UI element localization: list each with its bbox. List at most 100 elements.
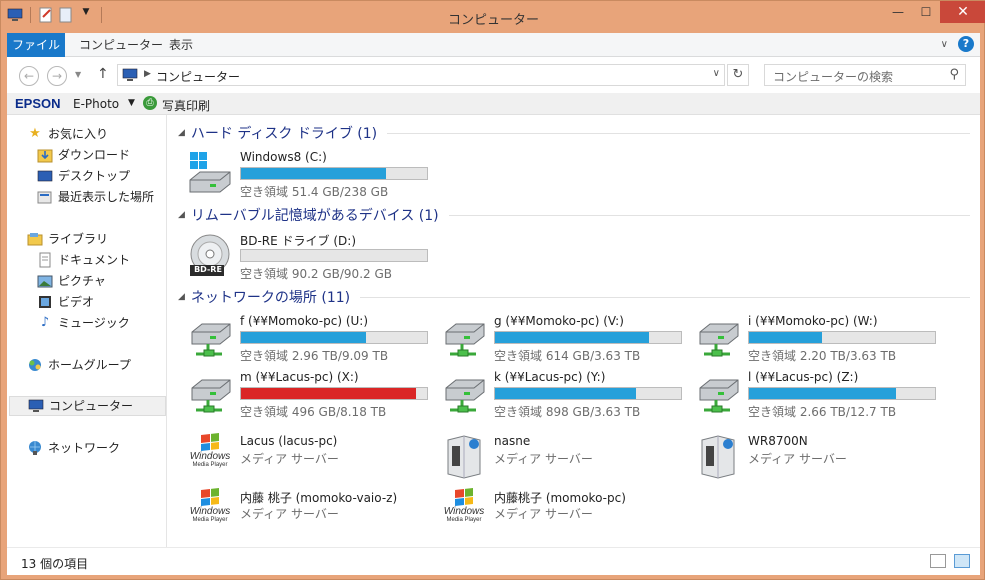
star-icon: ★ [29,126,41,141]
sidebar-item-recent[interactable]: 最近表示した場所 [37,187,154,207]
sidebar-item-downloads[interactable]: ダウンロード [37,145,130,165]
drive-tile-d[interactable]: BD-RE BD-RE ドライブ (D:) 空き領域 90.2 GB/90.2 … [186,232,440,284]
title-bar: ▼ コンピューター — ☐ ✕ [1,1,985,33]
media-server-name: 内藤 桃子 (momoko-vaio-z) [240,491,398,505]
desktop-icon [37,168,53,184]
picture-icon [37,273,53,289]
photo-print-button[interactable]: 写真印刷 [162,97,210,114]
drive-free-space: 空き領域 90.2 GB/90.2 GB [240,267,392,281]
sidebar-item-documents[interactable]: ドキュメント [37,250,130,270]
media-server-type: メディア サーバー [240,452,339,466]
music-note-icon: ♪ [40,315,50,330]
print-icon[interactable]: ⎙ [143,96,157,110]
media-server-type: メディア サーバー [494,452,593,466]
group-header-removable[interactable]: ◢ リムーバブル記憶域があるデバイス (1) [178,205,970,225]
drive-tile-c[interactable]: Windows8 (C:) 空き領域 51.4 GB/238 GB [186,150,440,202]
media-server-name: nasne [494,434,531,448]
collapse-icon[interactable]: ◢ [178,128,185,138]
help-icon[interactable]: ? [958,36,974,52]
drive-name: k (¥¥Lacus-pc) (Y:) [494,370,606,384]
window-controls: — ☐ ✕ [884,1,985,23]
network-drive-icon [440,314,490,364]
usage-bar-fill [495,388,637,399]
drive-name: i (¥¥Momoko-pc) (W:) [748,314,878,328]
drive-tile-v[interactable]: g (¥¥Momoko-pc) (V:) 空き領域 614 GB/3.63 TB [440,314,694,366]
epson-logo: EPSON [15,96,61,111]
usage-bar [240,249,428,262]
group-header-network[interactable]: ◢ ネットワークの場所 (11) [178,287,970,307]
drive-name: f (¥¥Momoko-pc) (U:) [240,314,369,328]
ephoto-menu[interactable]: E-Photo [73,97,119,111]
refresh-button[interactable]: ↻ [727,64,749,86]
address-bar[interactable]: ▶ コンピューター ∨ [117,64,725,86]
tab-file[interactable]: ファイル [7,33,65,57]
usage-bar-fill [241,332,366,343]
explorer-window: ▼ コンピューター — ☐ ✕ ファイル コンピューター 表示 ∨ ? ← → … [0,0,985,580]
media-server-device-icon [694,434,744,484]
homegroup-icon [27,357,43,373]
group-header-hdd[interactable]: ◢ ハード ディスク ドライブ (1) [178,123,970,143]
large-icons-view-icon[interactable] [954,554,970,568]
drive-tile-z[interactable]: l (¥¥Lacus-pc) (Z:) 空き領域 2.66 TB/12.7 TB [694,370,948,422]
sidebar-item-homegroup[interactable]: ホームグループ [27,355,131,375]
usage-bar-fill [749,332,822,343]
search-input[interactable]: コンピューターの検索 ⚲ [764,64,966,86]
sidebar-item-computer[interactable]: コンピューター [9,396,166,416]
usage-bar [748,387,936,400]
details-view-icon[interactable] [930,554,946,568]
address-row: ← → ▼ ↑ ▶ コンピューター ∨ ↻ コンピューターの検索 ⚲ [7,57,980,93]
drive-free-space: 空き領域 51.4 GB/238 GB [240,185,389,199]
up-arrow-icon[interactable]: ↑ [97,66,109,82]
media-server-momoko[interactable]: Windows Media Player 内藤桃子 (momoko-pc) メデ… [440,488,694,541]
sidebar-item-favorites[interactable]: ★ お気に入り [27,124,108,144]
media-server-vaio[interactable]: Windows Media Player 内藤 桃子 (momoko-vaio-… [186,488,440,541]
media-server-name: Lacus (lacus-pc) [240,434,338,448]
sidebar-item-desktop[interactable]: デスクトップ [37,166,130,186]
window-title: コンピューター [447,13,539,28]
back-button[interactable]: ← [19,66,39,86]
close-button[interactable]: ✕ [940,1,985,23]
sidebar-item-videos[interactable]: ビデオ [37,292,94,312]
breadcrumb[interactable]: コンピューター [156,68,240,85]
usage-bar-fill [749,388,896,399]
network-drive-icon [694,370,744,420]
file-list: ◢ ハード ディスク ドライブ (1) Windows8 (C:) 空き領域 5… [168,115,980,547]
search-icon[interactable]: ⚲ [949,67,959,82]
breadcrumb-arrow-icon[interactable]: ▶ [144,69,151,79]
media-server-name: WR8700N [748,434,808,448]
sidebar-item-network[interactable]: ネットワーク [27,438,120,458]
network-drive-icon [186,370,236,420]
recent-locations-icon[interactable]: ▼ [75,70,81,79]
sidebar-item-libraries[interactable]: ライブラリ [27,229,108,249]
drive-tile-y[interactable]: k (¥¥Lacus-pc) (Y:) 空き領域 898 GB/3.63 TB [440,370,694,422]
computer-icon [122,68,138,82]
status-bar: 13 個の項目 [7,547,980,575]
chevron-down-icon[interactable]: ▼ [128,98,135,108]
ribbon-tabs: ファイル コンピューター 表示 ∨ ? [7,33,980,57]
maximize-button[interactable]: ☐ [912,1,940,23]
media-server-wr8700n[interactable]: WR8700N メディア サーバー [694,434,948,486]
sidebar-item-music[interactable]: ♪ ミュージック [37,313,130,333]
drive-tile-u[interactable]: f (¥¥Momoko-pc) (U:) 空き領域 2.96 TB/9.09 T… [186,314,440,366]
sidebar-item-pictures[interactable]: ピクチャ [37,271,106,291]
minimize-button[interactable]: — [884,1,912,23]
drive-name: g (¥¥Momoko-pc) (V:) [494,314,624,328]
drive-tile-x[interactable]: m (¥¥Lacus-pc) (X:) 空き領域 496 GB/8.18 TB [186,370,440,422]
document-icon [37,252,53,268]
media-server-lacus[interactable]: Windows Media Player Lacus (lacus-pc) メデ… [186,433,440,486]
chevron-down-icon[interactable]: ∨ [713,68,720,79]
collapse-icon[interactable]: ◢ [178,210,185,220]
media-server-nasne[interactable]: nasne メディア サーバー [440,434,694,486]
tab-view[interactable]: 表示 [155,33,207,57]
drive-tile-w[interactable]: i (¥¥Momoko-pc) (W:) 空き領域 2.20 TB/3.63 T… [694,314,948,366]
drive-name: m (¥¥Lacus-pc) (X:) [240,370,359,384]
network-drive-icon [694,314,744,364]
recent-places-icon [37,189,53,205]
drive-free-space: 空き領域 898 GB/3.63 TB [494,405,641,419]
computer-icon [28,398,44,414]
usage-bar-fill [495,332,650,343]
expand-ribbon-icon[interactable]: ∨ [941,39,948,50]
network-drive-icon [186,314,236,364]
collapse-icon[interactable]: ◢ [178,292,185,302]
forward-button[interactable]: → [47,66,67,86]
